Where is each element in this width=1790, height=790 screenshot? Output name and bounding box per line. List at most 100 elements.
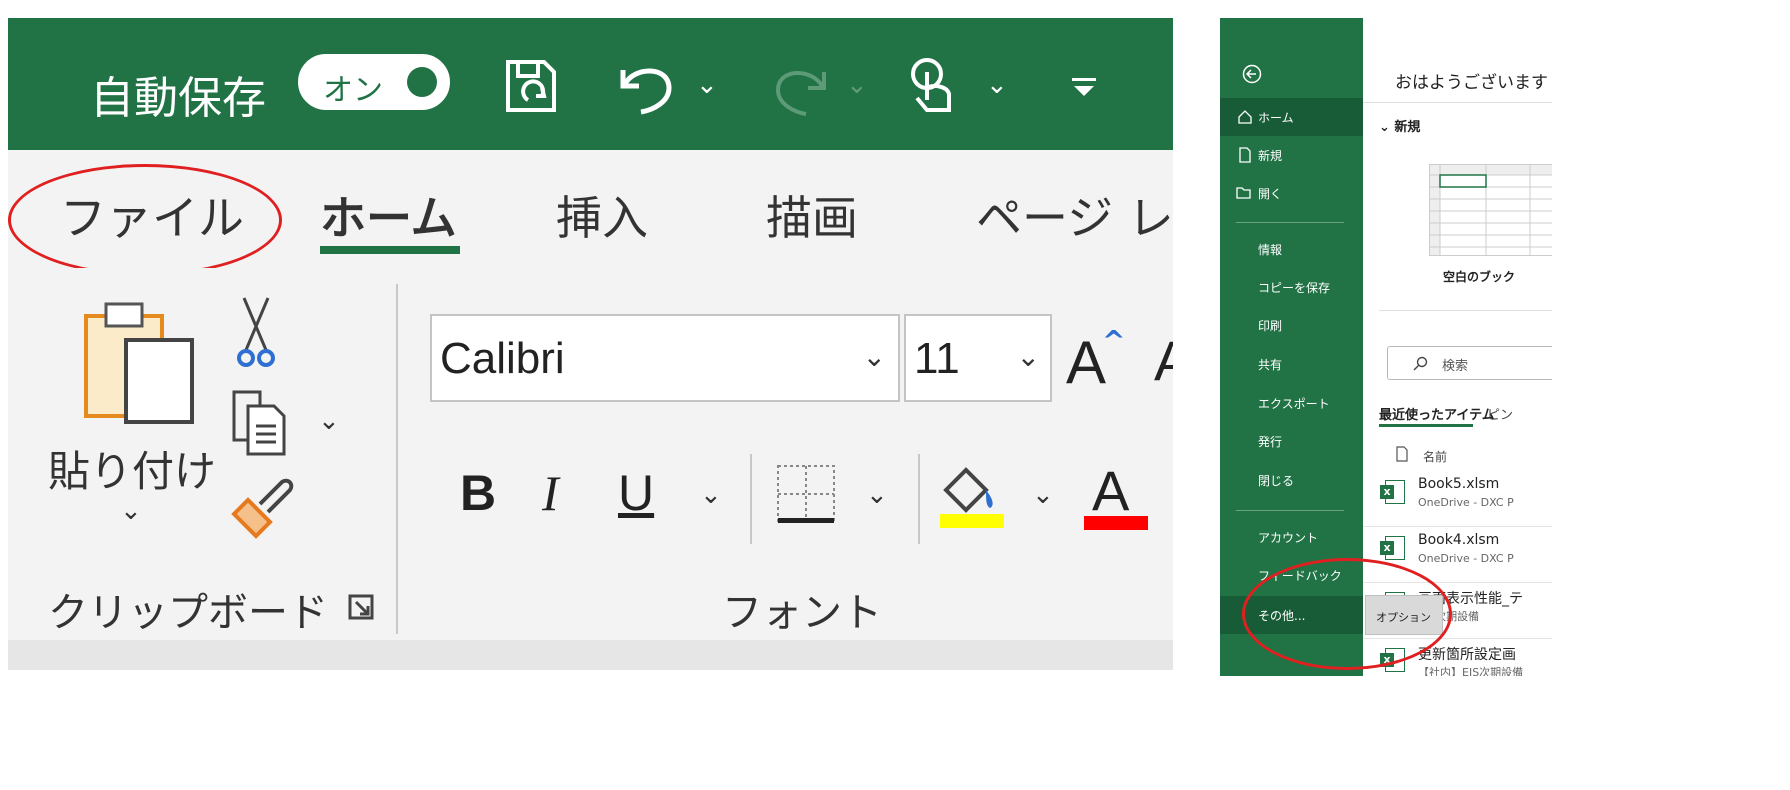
- nav-publish-label: 発行: [1258, 435, 1283, 449]
- nav-home[interactable]: ホーム: [1220, 98, 1363, 136]
- borders-dropdown-icon[interactable]: ⌄: [866, 480, 888, 510]
- nav-open[interactable]: 開く: [1220, 174, 1363, 212]
- home-icon: [1238, 110, 1252, 124]
- folder-icon: [1236, 187, 1251, 199]
- nav-info-label: 情報: [1258, 243, 1283, 257]
- spreadsheet-grid-icon: [1430, 165, 1552, 255]
- search-input[interactable]: 検索: [1387, 346, 1552, 380]
- autosave-toggle[interactable]: オン: [298, 54, 450, 110]
- file-location: 【社内】EIS次期設備: [1418, 666, 1524, 676]
- autosave-state: オン: [323, 73, 383, 108]
- autosave-label: 自動保存: [90, 73, 266, 124]
- file-location: OneDrive - DXC P: [1418, 552, 1514, 565]
- font-size-value: 11: [914, 334, 960, 383]
- active-tab-indicator: [1379, 424, 1473, 427]
- file-type-icon: [1396, 446, 1408, 462]
- search-placeholder: 検索: [1442, 359, 1469, 374]
- nav-close-label: 閉じる: [1258, 474, 1295, 488]
- nav-publish[interactable]: 発行: [1220, 422, 1363, 460]
- nav-print-label: 印刷: [1258, 319, 1283, 333]
- paste-dropdown-icon[interactable]: ⌄: [120, 496, 142, 526]
- grow-font-button[interactable]: A: [1066, 328, 1106, 397]
- nav-account-label: アカウント: [1258, 531, 1319, 545]
- excel-ribbon: 自動保存 オン ⌄ ⌄ ⌄ ファイル ホーム 挿入 描画 ページ レ 貼り付け …: [8, 18, 1173, 670]
- undo-dropdown-icon[interactable]: ⌄: [696, 70, 718, 100]
- group-divider: [396, 284, 398, 634]
- back-arrow-icon[interactable]: [1242, 64, 1262, 84]
- undo-icon[interactable]: [613, 56, 683, 116]
- underline-button[interactable]: U: [618, 464, 654, 522]
- font-color-button[interactable]: A: [1092, 458, 1129, 523]
- tab-draw[interactable]: 描画: [766, 182, 858, 248]
- cut-icon[interactable]: [236, 294, 276, 374]
- bold-button[interactable]: B: [460, 464, 496, 522]
- touch-mode-icon[interactable]: [903, 52, 963, 118]
- font-name-dropdown-icon[interactable]: ⌄: [863, 340, 886, 373]
- font-name-value: Calibri: [440, 334, 565, 383]
- nav-info[interactable]: 情報: [1220, 230, 1363, 268]
- nav-save-copy-label: コピーを保存: [1258, 281, 1331, 295]
- annotation-circle-file: [8, 164, 282, 276]
- file-name: Book5.xlsm: [1418, 476, 1500, 492]
- paste-label[interactable]: 貼り付け: [48, 438, 216, 499]
- ribbon-home-panel: 貼り付け ⌄ ⌄ クリップボード Calibri ⌄ 11 ⌄ A ^ A B …: [8, 268, 1173, 638]
- title-bar: 自動保存 オン ⌄ ⌄ ⌄: [8, 18, 1173, 150]
- fill-color-dropdown-icon[interactable]: ⌄: [1032, 480, 1054, 510]
- tab-home[interactable]: ホーム: [320, 182, 457, 248]
- borders-icon[interactable]: [774, 462, 838, 526]
- search-icon: [1413, 356, 1428, 371]
- paste-icon[interactable]: [80, 296, 200, 426]
- annotation-circle-more: [1242, 558, 1452, 670]
- divider: [750, 454, 752, 544]
- font-size-box[interactable]: 11 ⌄: [904, 314, 1052, 402]
- greeting-title: おはようございます: [1395, 73, 1548, 93]
- excel-file-icon: [1380, 480, 1405, 504]
- tab-page-layout[interactable]: ページ レ: [976, 182, 1173, 248]
- blank-workbook-thumbnail[interactable]: [1429, 164, 1552, 256]
- nav-new-label: 新規: [1258, 149, 1283, 163]
- font-color-swatch: [1084, 516, 1148, 530]
- nav-open-label: 開く: [1258, 187, 1283, 201]
- new-section-header[interactable]: ⌄ 新規: [1379, 116, 1420, 135]
- nav-home-label: ホーム: [1258, 111, 1294, 125]
- nav-account[interactable]: アカウント: [1220, 518, 1363, 556]
- customize-qat-icon[interactable]: [1070, 76, 1098, 100]
- nav-divider: [1236, 222, 1344, 223]
- divider: [1363, 102, 1552, 103]
- new-section-label: 新規: [1394, 120, 1421, 135]
- underline-dropdown-icon[interactable]: ⌄: [700, 480, 722, 510]
- new-document-icon: [1239, 147, 1251, 163]
- name-column-header[interactable]: 名前: [1423, 448, 1447, 465]
- copy-icon[interactable]: [230, 388, 290, 458]
- excel-file-icon: [1380, 536, 1405, 560]
- nav-export[interactable]: エクスポート: [1220, 384, 1363, 422]
- copy-dropdown-icon[interactable]: ⌄: [318, 406, 340, 436]
- ribbon-bottom-edge: [8, 640, 1173, 670]
- tab-pinned[interactable]: ピン: [1487, 404, 1513, 423]
- nav-new[interactable]: 新規: [1220, 136, 1363, 174]
- save-icon[interactable]: [500, 56, 560, 116]
- italic-button[interactable]: I: [542, 464, 559, 522]
- touch-dropdown-icon[interactable]: ⌄: [986, 70, 1008, 100]
- file-location: OneDrive - DXC P: [1418, 496, 1514, 509]
- nav-close[interactable]: 閉じる: [1220, 461, 1363, 499]
- file-name: Book4.xlsm: [1418, 532, 1500, 548]
- active-tab-indicator: [320, 246, 460, 254]
- dialog-launcher-icon[interactable]: [348, 594, 374, 620]
- tab-recent[interactable]: 最近使ったアイテム: [1379, 404, 1495, 423]
- blank-workbook-label[interactable]: 空白のブック: [1443, 268, 1515, 285]
- nav-share-label: 共有: [1258, 358, 1283, 372]
- fill-color-icon[interactable]: [940, 460, 1006, 530]
- tab-insert[interactable]: 挿入: [556, 182, 648, 248]
- font-group-label: フォント: [722, 590, 882, 636]
- nav-save-copy[interactable]: コピーを保存: [1220, 268, 1363, 306]
- shrink-font-button[interactable]: A: [1154, 328, 1173, 393]
- font-name-box[interactable]: Calibri ⌄: [430, 314, 900, 402]
- toggle-knob-icon: [407, 67, 437, 97]
- format-painter-icon[interactable]: [230, 474, 296, 540]
- recent-file-row[interactable]: Book5.xlsm OneDrive - DXC P: [1363, 470, 1552, 527]
- backstage-view: ホーム 新規 開く 情報 コピーを保存 印刷 共有 エクスポート 発行 閉じる …: [1220, 18, 1552, 676]
- nav-share[interactable]: 共有: [1220, 345, 1363, 383]
- font-size-dropdown-icon[interactable]: ⌄: [1017, 340, 1040, 373]
- nav-print[interactable]: 印刷: [1220, 306, 1363, 344]
